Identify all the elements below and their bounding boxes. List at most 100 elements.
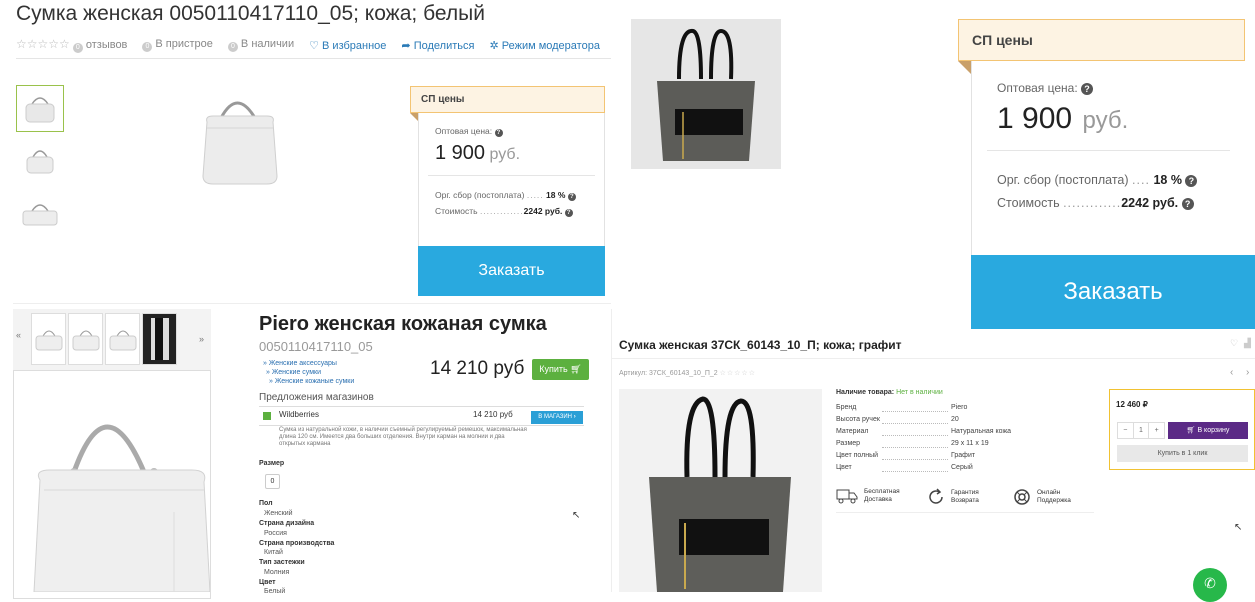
- to-shop-button[interactable]: В МАГАЗИН ›: [531, 411, 583, 424]
- gallery-thumbnail[interactable]: [105, 313, 140, 365]
- spec-label: Материал: [836, 428, 869, 435]
- gallery-thumbnail[interactable]: [31, 313, 66, 365]
- buy-button[interactable]: Купить 🛒︎: [532, 359, 589, 380]
- product-thumbnail[interactable]: [16, 188, 64, 235]
- one-click-buy-button[interactable]: Купить в 1 клик: [1117, 445, 1248, 462]
- lifebuoy-icon: [1014, 489, 1030, 505]
- question-icon[interactable]: ?: [564, 209, 573, 217]
- dotted-leader: [882, 423, 948, 424]
- divider: [612, 358, 1255, 359]
- spec-label: Страна производства: [259, 540, 335, 547]
- breadcrumb-item[interactable]: » Женские кожаные сумки: [269, 378, 354, 385]
- compare-icon[interactable]: ▟: [1244, 338, 1251, 349]
- product-main-image[interactable]: [195, 88, 285, 188]
- shop-name[interactable]: Wildberries: [279, 410, 319, 419]
- product-thumbnail[interactable]: [16, 136, 64, 183]
- spec-value: Молния: [264, 569, 290, 576]
- favorites-link[interactable]: ♡ В избранное: [309, 39, 386, 52]
- mouse-cursor-icon: ↖: [1234, 522, 1243, 533]
- offers-header: Предложения магазинов: [259, 392, 374, 403]
- in-pristroy-link[interactable]: 0В пристрое: [142, 38, 213, 52]
- wholesale-label: Оптовая цена: ?: [435, 126, 503, 137]
- truck-icon: [836, 489, 858, 504]
- spec-value: 20: [951, 416, 959, 423]
- size-label: Размер: [259, 460, 285, 467]
- product-title: Сумка женская 37СК_60143_10_П; кожа; гра…: [619, 338, 902, 352]
- gallery-thumbnail[interactable]: [68, 313, 103, 365]
- spec-label: Цвет: [836, 464, 852, 471]
- breadcrumb-item[interactable]: » Женские сумки: [266, 369, 321, 376]
- product-code: 0050110417110_05: [259, 339, 373, 354]
- heart-icon[interactable]: ♡: [1230, 338, 1238, 349]
- dotted-leader: [882, 471, 948, 472]
- order-button[interactable]: Заказать: [971, 255, 1255, 329]
- size-option[interactable]: 0: [265, 474, 280, 489]
- spec-value: 29 x 11 x 19: [951, 440, 989, 447]
- spec-value: Графит: [951, 452, 976, 459]
- dotted-leader: [882, 411, 948, 412]
- spec-label: Размер: [836, 440, 861, 447]
- spec-value: Женский: [264, 510, 293, 517]
- question-icon[interactable]: ?: [1081, 83, 1094, 95]
- breadcrumb-item[interactable]: » Женские аксессуары: [263, 360, 337, 367]
- in-stock-link[interactable]: 0В наличии: [227, 38, 294, 52]
- gallery-prev-arrow[interactable]: «: [16, 330, 21, 340]
- qty-minus-button[interactable]: −: [1118, 423, 1134, 438]
- product-thumbnail[interactable]: [16, 85, 64, 132]
- order-button[interactable]: Заказать: [418, 246, 605, 296]
- chevron-right-icon[interactable]: ›: [1246, 367, 1249, 378]
- gallery-main-image[interactable]: [14, 372, 211, 593]
- divider: [611, 309, 612, 592]
- divider: [987, 150, 1230, 151]
- spec-label: Цвет полный: [836, 452, 879, 459]
- article-number: Артикул: 37СК_60143_10_П_2 ☆☆☆☆☆: [619, 370, 756, 377]
- spec-label: Бренд: [836, 404, 857, 411]
- dotted-leader: [882, 459, 948, 460]
- dotted-leader: [882, 447, 948, 448]
- product-price: 12 460 ₽: [1116, 400, 1148, 409]
- qty-plus-button[interactable]: +: [1148, 423, 1164, 438]
- spec-value: Россия: [264, 530, 287, 537]
- question-icon[interactable]: ?: [567, 193, 576, 201]
- add-to-cart-button[interactable]: 🛒︎ В корзину: [1168, 422, 1248, 439]
- question-icon[interactable]: ?: [1181, 198, 1194, 210]
- divider: [13, 303, 611, 304]
- product-image[interactable]: [619, 389, 822, 592]
- question-icon[interactable]: ?: [494, 129, 503, 137]
- chevron-left-icon[interactable]: ‹: [1230, 367, 1233, 378]
- product-price: 14 210 руб: [430, 358, 525, 379]
- cart-icon: 🛒︎: [1186, 427, 1196, 434]
- gallery-thumbnail[interactable]: [142, 313, 177, 365]
- quantity-stepper: − 1 +: [1117, 422, 1165, 439]
- divider: [428, 175, 595, 176]
- question-icon[interactable]: ?: [1185, 175, 1198, 187]
- cart-icon: 🛒︎: [570, 364, 582, 374]
- org-fee-row: Орг. сбор (постоплата) .... 18 % ?: [997, 173, 1198, 187]
- share-link[interactable]: ➦ Поделиться: [401, 39, 474, 52]
- ribbon-fold: [410, 113, 418, 121]
- ribbon-fold: [958, 61, 971, 74]
- rating-stars[interactable]: ☆☆☆☆☆ 0 отзывов: [16, 37, 127, 53]
- share-icon: ➦: [401, 39, 411, 52]
- divider: [836, 512, 1094, 513]
- product-title: Сумка женская 0050110417110_05; кожа; бе…: [16, 2, 485, 25]
- product-meta-bar: ☆☆☆☆☆ 0 отзывов 0В пристрое 0В наличии ♡ …: [16, 37, 600, 53]
- gallery-next-arrow[interactable]: »: [199, 334, 204, 344]
- wholesale-price: 1 900 руб.: [997, 102, 1129, 135]
- product-image[interactable]: [631, 19, 781, 169]
- feature-return-guarantee: Гарантия Возврата: [927, 488, 979, 506]
- mouse-cursor-icon: ↖: [572, 510, 581, 521]
- divider: [16, 58, 611, 59]
- phone-call-icon[interactable]: ✆: [1193, 568, 1227, 602]
- availability: Наличие товара: Нет в наличии: [836, 389, 943, 396]
- moderator-mode-link[interactable]: ✲ Режим модератора: [489, 39, 600, 52]
- refresh-icon: [929, 488, 943, 504]
- spec-label: Страна дизайна: [259, 520, 315, 527]
- shop-price: 14 210 руб: [473, 410, 513, 419]
- rating-stars[interactable]: ☆☆☆☆☆: [720, 370, 756, 377]
- feature-free-delivery: Бесплатная Доставка: [836, 488, 900, 504]
- gear-icon: ✲: [489, 39, 499, 52]
- qty-input[interactable]: 1: [1134, 423, 1149, 438]
- offer-description: Сумка из натуральной кожи, в наличии съе…: [279, 427, 527, 447]
- price-widget-header: СП цены: [410, 86, 605, 113]
